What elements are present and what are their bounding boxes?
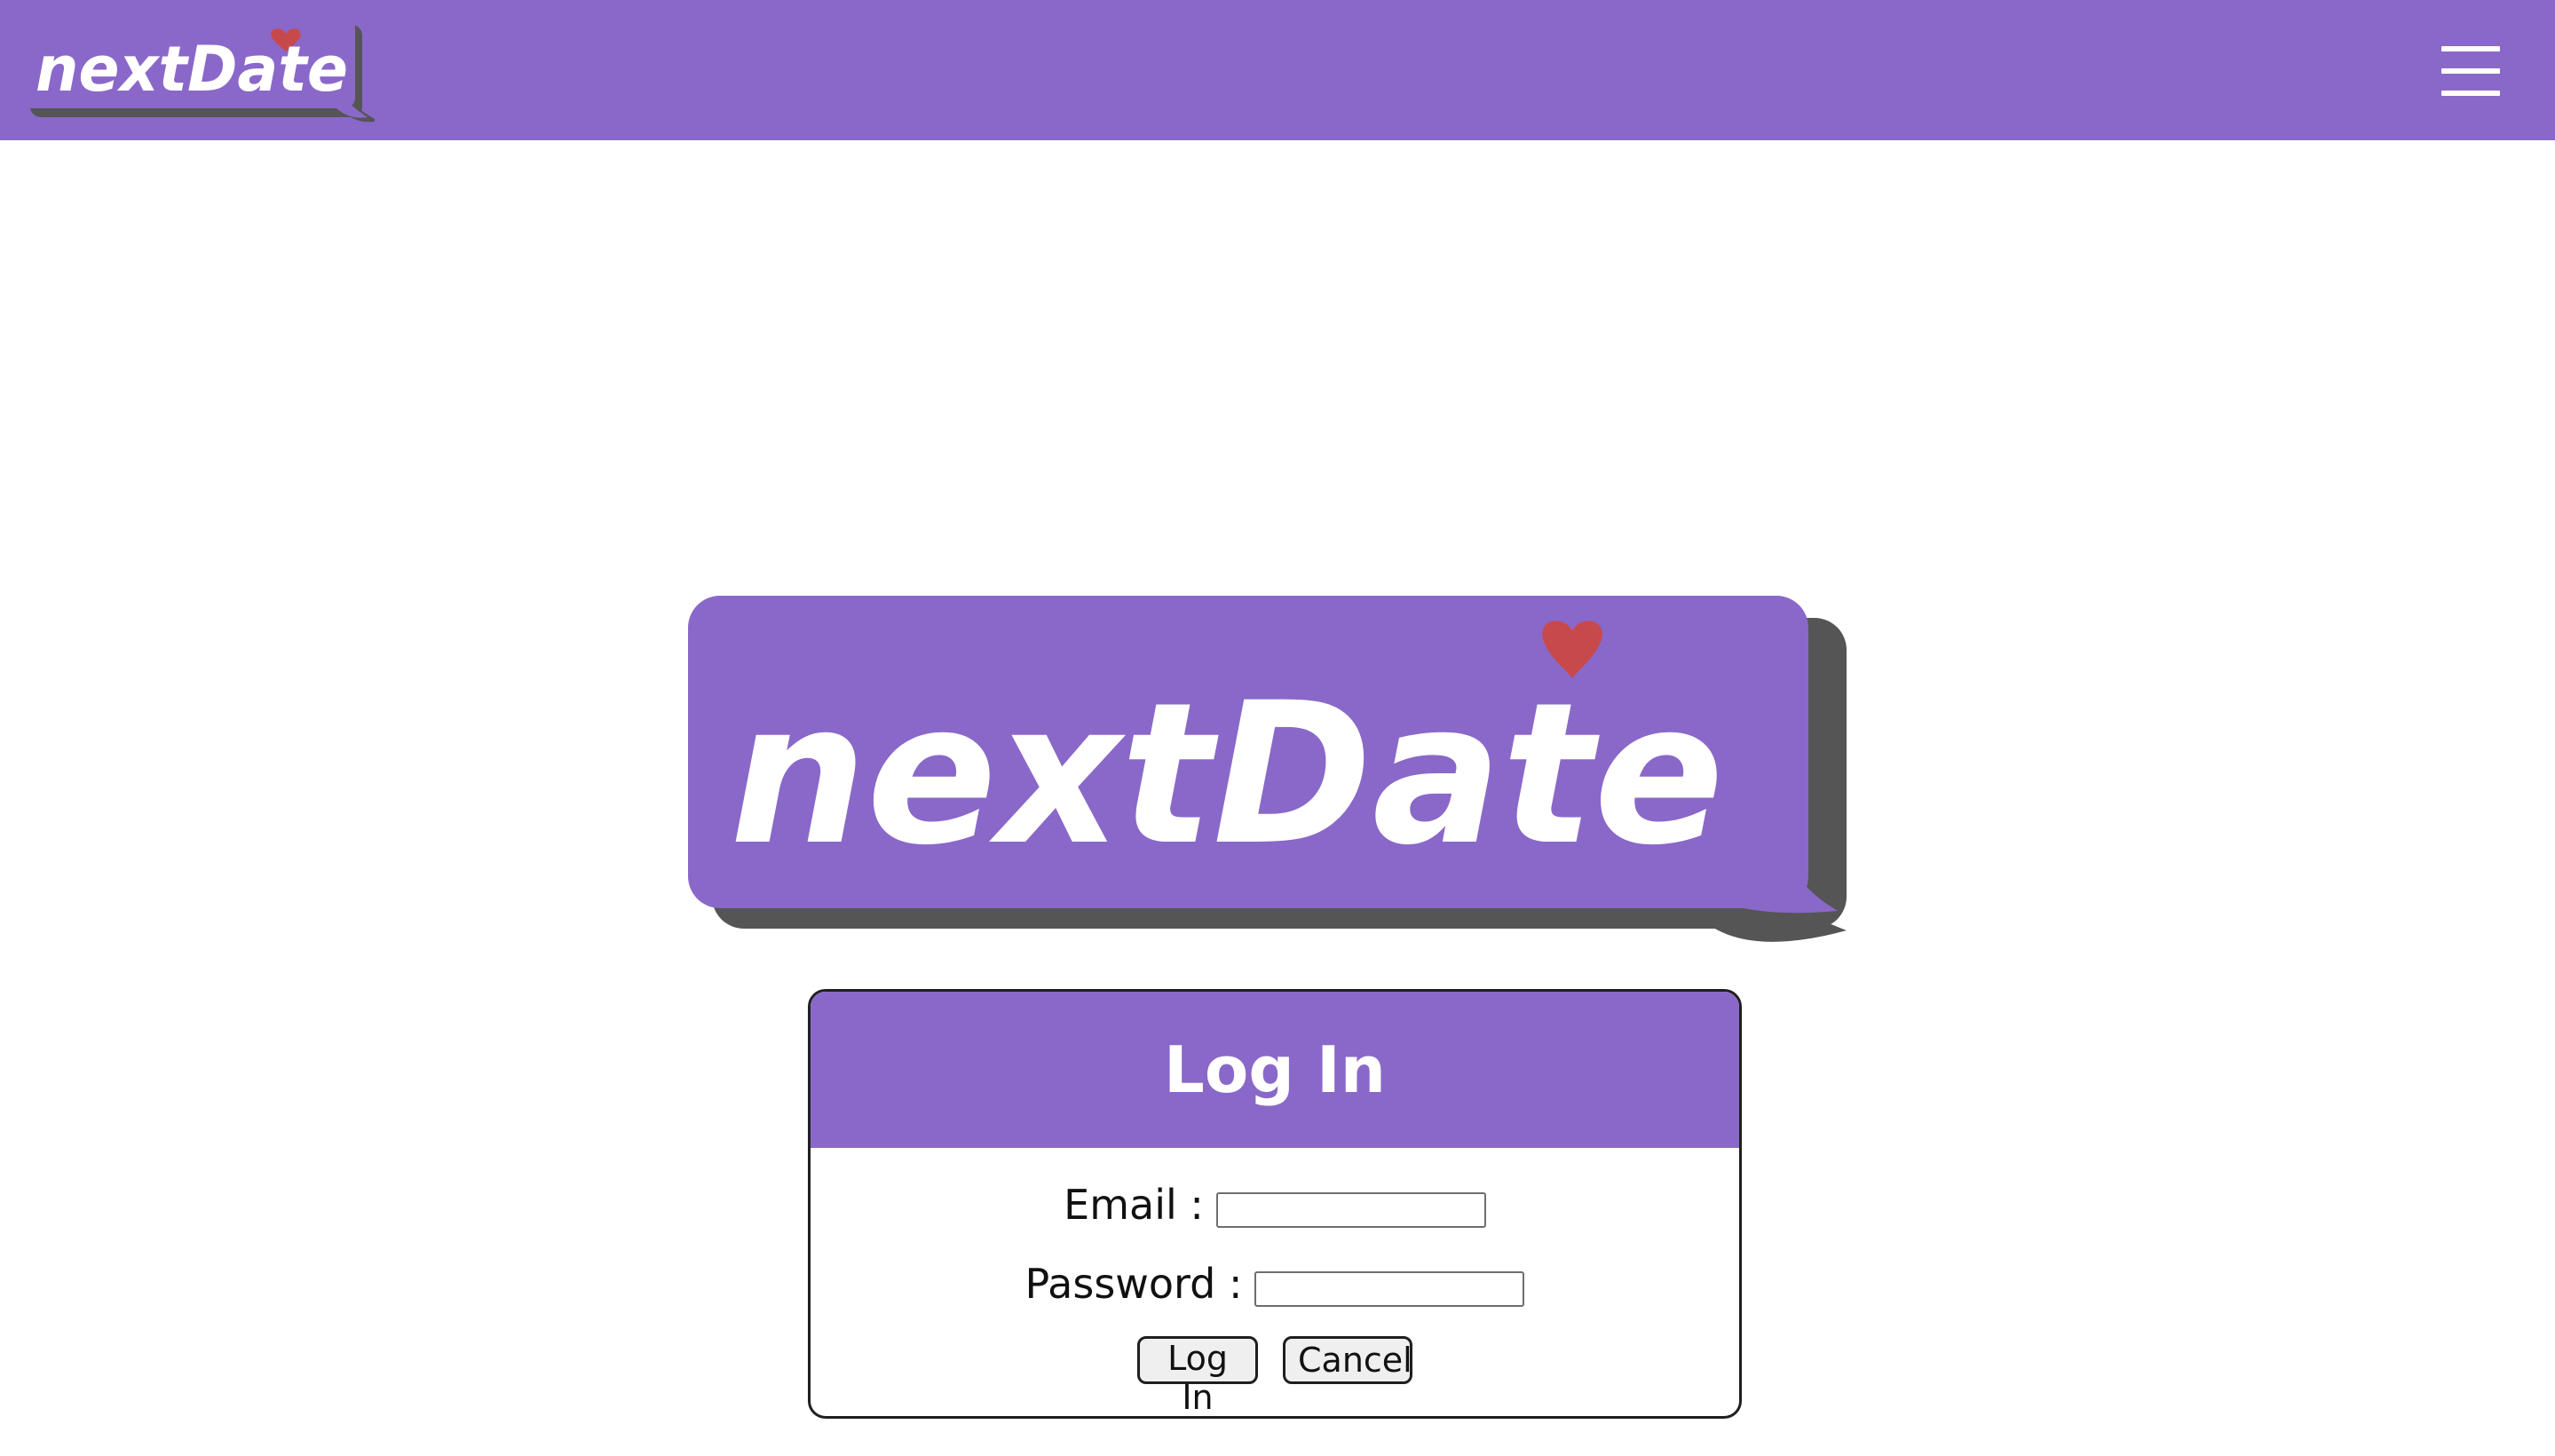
nav-logo[interactable]: nextDate — [20, 16, 375, 126]
menu-line — [2441, 91, 2500, 96]
login-title: Log In — [1164, 1033, 1386, 1107]
email-row: Email : — [811, 1169, 1739, 1240]
menu-line — [2441, 46, 2500, 51]
login-header: Log In — [811, 992, 1739, 1148]
email-label: Email : — [1064, 1181, 1204, 1229]
login-form: Log In Email : Password : Log In Cancel — [808, 989, 1742, 1419]
password-field[interactable] — [1254, 1271, 1525, 1307]
nav-logo-text: nextDate — [36, 33, 348, 106]
button-row: Log In Cancel — [811, 1331, 1739, 1416]
email-field[interactable] — [1215, 1192, 1486, 1228]
menu-line — [2441, 68, 2500, 74]
hero-logo: nextDate — [688, 596, 1847, 942]
cancel-button[interactable]: Cancel — [1283, 1336, 1412, 1384]
hamburger-menu-icon[interactable] — [2441, 46, 2502, 96]
password-label: Password : — [1024, 1260, 1243, 1308]
password-row: Password : — [811, 1248, 1739, 1319]
top-navbar: nextDate — [0, 0, 2555, 140]
login-button[interactable]: Log In — [1137, 1336, 1258, 1416]
hero-logo-text: nextDate — [730, 661, 1724, 888]
